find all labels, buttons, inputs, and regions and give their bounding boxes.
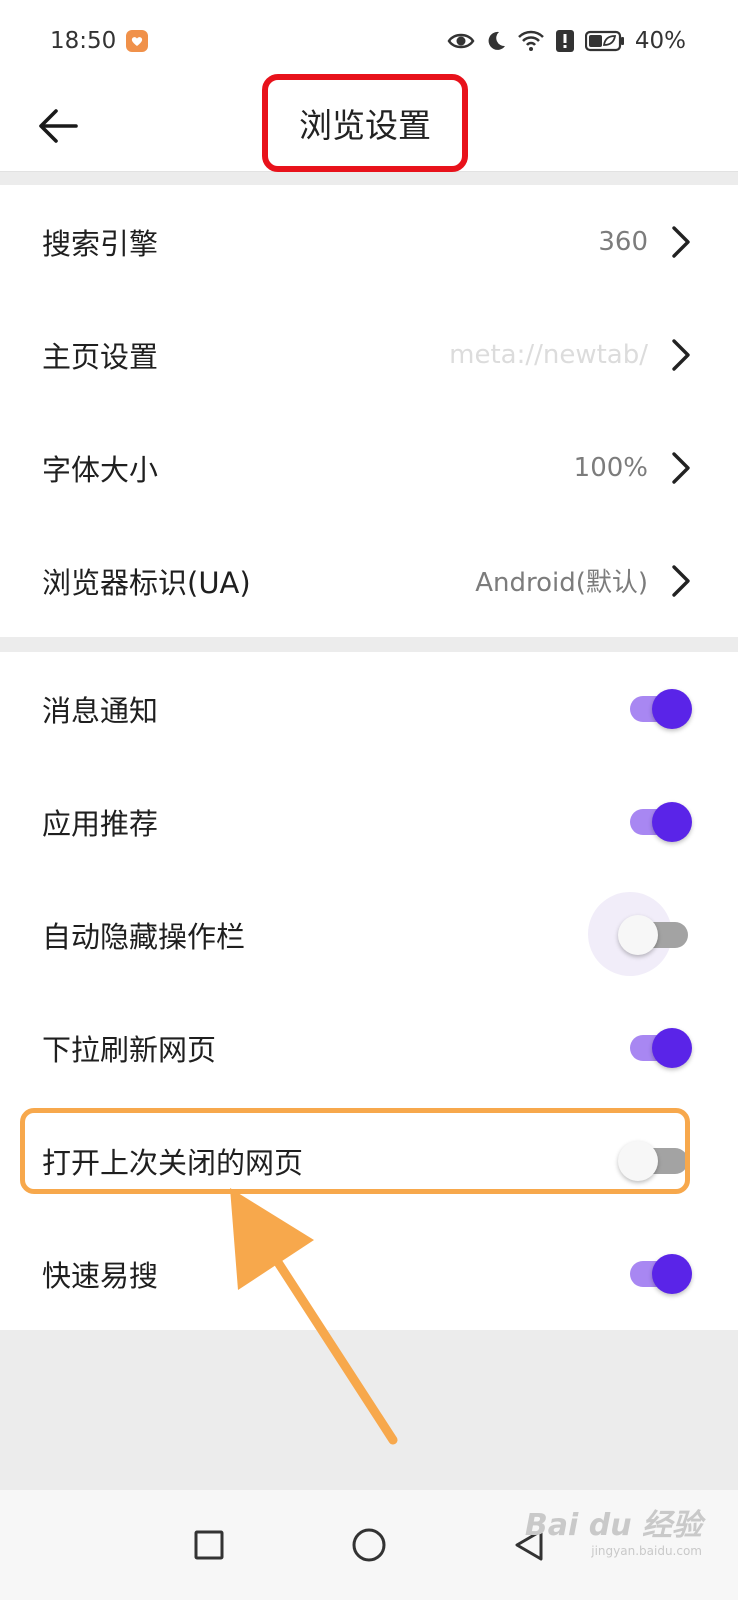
toggle-switch[interactable] xyxy=(624,688,692,729)
recent-apps-button[interactable] xyxy=(179,1515,239,1575)
page-header: 浏览设置 xyxy=(0,74,738,172)
battery-percent: 40% xyxy=(634,28,686,54)
setting-value: meta://newtab/ xyxy=(449,339,648,370)
setting-row-user-agent[interactable]: 浏览器标识(UA) Android(默认) xyxy=(0,524,738,637)
toggle-switch[interactable] xyxy=(624,1253,692,1294)
setting-row-homepage[interactable]: 主页设置 meta://newtab/ xyxy=(0,298,738,411)
toggle-switch[interactable] xyxy=(624,1027,692,1068)
setting-row-notifications[interactable]: 消息通知 xyxy=(0,652,738,765)
row-highlight-box xyxy=(20,1108,690,1194)
setting-label: 消息通知 xyxy=(42,693,159,728)
page-title-highlight: 浏览设置 xyxy=(262,74,468,172)
setting-row-auto-hide-toolbar[interactable]: 自动隐藏操作栏 xyxy=(0,878,738,991)
chevron-right-icon xyxy=(672,564,690,597)
page-title: 浏览设置 xyxy=(299,106,431,145)
arrow-left-icon xyxy=(39,109,78,143)
setting-label: 下拉刷新网页 xyxy=(42,1032,217,1067)
setting-label: 浏览器标识(UA) xyxy=(42,565,251,600)
settings-group-toggles: 消息通知 应用推荐 自动隐藏操作栏 下拉刷新网页 打开上次关闭的网页 快速易搜 xyxy=(0,652,738,1330)
home-button[interactable] xyxy=(339,1515,399,1575)
setting-value: 100% xyxy=(573,452,648,483)
back-button[interactable] xyxy=(30,98,86,154)
setting-value: 360 xyxy=(598,226,648,257)
setting-label: 主页设置 xyxy=(42,339,159,374)
setting-row-quick-search[interactable]: 快速易搜 xyxy=(0,1217,738,1330)
app-badge-icon xyxy=(126,30,149,52)
alert-icon xyxy=(555,29,575,53)
setting-label: 自动隐藏操作栏 xyxy=(42,919,246,954)
watermark-text: Bai du 经验 xyxy=(524,1508,702,1543)
setting-row-app-recommend[interactable]: 应用推荐 xyxy=(0,765,738,878)
setting-row-search-engine[interactable]: 搜索引擎 360 xyxy=(0,185,738,298)
watermark-sub: jingyan.baidu.com xyxy=(591,1544,702,1558)
status-bar: 18:50 40% xyxy=(0,0,738,82)
setting-label: 搜索引擎 xyxy=(42,226,159,261)
setting-value: Android(默认) xyxy=(475,568,648,598)
setting-label: 字体大小 xyxy=(42,452,159,487)
setting-label: 快速易搜 xyxy=(42,1258,159,1293)
circle-icon xyxy=(352,1528,386,1562)
moon-icon xyxy=(485,30,507,52)
chevron-right-icon xyxy=(672,338,690,371)
toggle-switch[interactable] xyxy=(624,801,692,842)
wifi-icon xyxy=(517,30,545,52)
battery-icon xyxy=(584,30,625,52)
chevron-right-icon xyxy=(672,225,690,258)
eye-icon xyxy=(447,31,475,51)
watermark: Bai du 经验 jingyan.baidu.com xyxy=(525,1500,702,1558)
setting-row-pull-refresh[interactable]: 下拉刷新网页 xyxy=(0,991,738,1104)
status-time: 18:50 xyxy=(50,28,117,54)
setting-row-font-size[interactable]: 字体大小 100% xyxy=(0,411,738,524)
toggle-switch[interactable] xyxy=(588,891,692,976)
settings-group-general: 搜索引擎 360 主页设置 meta://newtab/ 字体大小 100% 浏… xyxy=(0,185,738,637)
setting-label: 应用推荐 xyxy=(42,806,159,841)
chevron-right-icon xyxy=(672,451,690,484)
square-icon xyxy=(194,1530,224,1560)
